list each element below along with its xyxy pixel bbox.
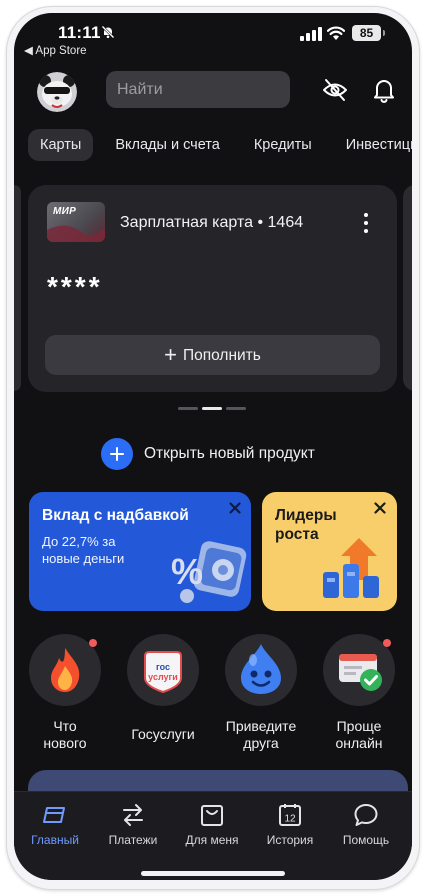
percent-safe-illustration-icon: % [171,541,247,603]
banner-title-line1: Лидеры [275,507,337,524]
banner-subtitle: До 22,7% за новые деньги [42,533,124,567]
hidden-balance: **** [47,271,103,302]
nav-help[interactable]: Помощь [328,802,404,847]
story-circle [225,634,297,706]
tab-credits[interactable]: Кредиты [242,129,324,161]
nav-home-label: Главный [31,833,79,847]
transfer-arrows-icon [123,804,143,826]
calendar-day: 12 [284,814,296,825]
back-to-app-store-link[interactable]: ◀ App Store [24,43,87,57]
topup-button[interactable]: + Пополнить [45,335,380,375]
salary-card-widget[interactable]: МИР Зарплатная карта • 1464 **** + Пополн… [28,185,397,392]
notifications-bell-icon[interactable] [372,77,396,103]
unread-dot [89,639,97,647]
pager-dot-active [202,407,222,410]
gosuslugi-logo-icon: гос услуги [144,651,182,694]
wifi-icon [327,26,345,40]
status-bar: 11:11 ◀ App Store 85 [14,13,412,69]
svg-text:%: % [171,551,203,592]
chat-bubble-icon [354,804,378,826]
tab-cards[interactable]: Карты [28,129,94,161]
nav-for-me-label: Для меня [185,833,239,847]
home-indicator[interactable] [141,871,285,876]
card-title: Зарплатная карта • 1464 [120,214,304,231]
tab-investments[interactable]: Инвестиции [334,129,412,161]
plus-circle-icon [101,438,133,470]
story-label-line1: Что [53,718,77,734]
story-label-line1: Приведите [225,718,297,734]
close-icon[interactable] [229,502,241,514]
nav-payments[interactable]: Платежи [95,802,171,847]
close-icon[interactable] [374,502,386,514]
story-label: Проще онлайн [317,718,401,752]
nav-help-label: Помощь [342,833,390,847]
plus-icon: + [164,342,177,367]
product-tabs: Карты Вклады и счета Кредиты Инвестиции [28,129,412,161]
panda-avatar-icon [37,72,77,112]
story-label-line2: друга [243,735,279,751]
nav-home[interactable]: Главный [17,802,93,847]
do-not-disturb-icon [101,25,115,39]
svg-text:услуги: услуги [148,672,178,682]
story-label-line1: Госуслуги [131,726,195,742]
banner-title: Вклад с надбавкой [42,507,189,524]
profile-avatar[interactable] [37,72,77,112]
blue-drop-character-icon [241,644,281,694]
mir-card-thumbnail: МИР [47,202,105,242]
card-more-options-icon[interactable] [364,212,368,234]
growth-leaders-banner[interactable]: Лидеры роста [262,492,397,611]
nav-history[interactable]: 12 История [252,802,328,847]
next-card-peek[interactable] [403,185,412,391]
card-wave-decor [47,225,105,242]
bag-icon [201,805,223,826]
story-label: Что нового [23,718,107,752]
topup-label: Пополнить [182,347,261,364]
story-label-line2: нового [43,735,87,751]
previous-card-peek[interactable] [14,185,21,391]
deposit-bonus-banner[interactable]: Вклад с надбавкой До 22,7% за новые день… [29,492,251,611]
story-label: Приведите друга [219,718,303,752]
bottom-navigation: Главный Платежи Для меня 12 История Помо… [14,791,412,880]
banner-subtitle-line1: До 22,7% за [42,534,116,549]
nav-for-me[interactable]: Для меня [174,802,250,847]
search-input[interactable]: Найти [106,71,290,108]
nav-payments-label: Платежи [108,833,158,847]
story-circle: гос услуги [127,634,199,706]
story-label-line1: Проще [336,718,382,734]
open-new-product-label: Открыть новый продукт [144,445,315,462]
app-screen: 11:11 ◀ App Store 85 Найти Карты Вклады … [14,13,412,880]
pager-dot [178,407,198,410]
pager-dot [226,407,246,410]
unread-dot [383,639,391,647]
cellular-signal-icon [300,27,322,41]
status-time: 11:11 [58,23,101,42]
svg-text:гос: гос [156,662,170,672]
hide-balance-eye-off-icon[interactable] [322,78,348,102]
story-label: Госуслуги [121,726,205,743]
search-placeholder: Найти [117,81,163,98]
banner-subtitle-line2: новые деньги [42,551,125,566]
story-label-line2: онлайн [335,735,383,751]
growth-chart-illustration-icon [323,538,379,598]
nav-history-label: История [266,833,314,847]
tab-deposits-and-accounts[interactable]: Вклады и счета [103,129,232,161]
card-icon [43,807,65,823]
calendar-icon: 12 [279,804,301,826]
battery-indicator: 85 [352,25,385,41]
